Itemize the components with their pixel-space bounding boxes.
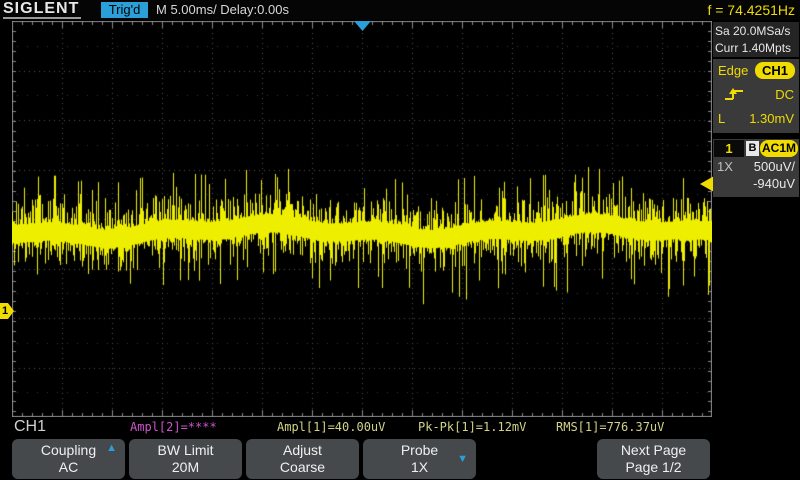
trigger-type: Edge (718, 59, 748, 83)
bandwidth-limit-badge: B (746, 141, 759, 156)
top-bar: SIGLENT Trig'd M 5.00ms/ Delay:0.00s f =… (0, 0, 800, 20)
softkey-probe[interactable]: Probe 1X ▼ (363, 439, 476, 479)
siglent-logo: SIGLENT (3, 1, 81, 19)
probe-attenuation: 1X (717, 158, 733, 175)
oscilloscope-screen: SIGLENT Trig'd M 5.00ms/ Delay:0.00s f =… (0, 0, 800, 480)
softkey-value: AC (12, 459, 125, 476)
channel-label: CH1 (14, 418, 46, 436)
trigger-level-label: L (718, 107, 725, 131)
softkey-value: Page 1/2 (597, 459, 710, 476)
softkey-value: Coarse (246, 459, 359, 476)
channel-number-badge: 1 (714, 140, 744, 157)
measurement-bar: CH1 Ampl[2]=**** Ampl[1]=40.00uV Pk-Pk[1… (0, 417, 712, 438)
trigger-source-badge: CH1 (755, 62, 795, 79)
measurement-rms1: RMS[1]=776.37uV (556, 420, 664, 434)
sample-rate: Sa 20.0MSa/s (713, 22, 799, 39)
acquisition-info-box: Sa 20.0MSa/s Curr 1.40Mpts (713, 22, 799, 57)
softkey-coupling[interactable]: Coupling AC ▲ (12, 439, 125, 479)
down-arrow-icon: ▼ (457, 453, 468, 465)
softkey-value: 20M (129, 459, 242, 476)
softkey-label: BW Limit (129, 442, 242, 459)
trigger-status-badge: Trig'd (101, 2, 148, 18)
rising-edge-icon (723, 86, 745, 104)
vertical-scale: 500uV/ (754, 158, 795, 175)
trigger-frequency: f = 74.4251Hz (707, 2, 795, 18)
softkey-bw-limit[interactable]: BW Limit 20M (129, 439, 242, 479)
softkey-label: Next Page (597, 442, 710, 459)
measurement-ampl1: Ampl[1]=40.00uV (277, 420, 385, 434)
menu-bar: Coupling AC ▲ BW Limit 20M Adjust Coarse… (0, 438, 800, 480)
softkey-next-page[interactable]: Next Page Page 1/2 (597, 439, 710, 479)
measurement-pkpk1: Pk-Pk[1]=1.12mV (418, 420, 526, 434)
memory-depth: Curr 1.40Mpts (713, 39, 799, 56)
trigger-info-box[interactable]: Edge CH1 DC L 1.30mV (713, 59, 799, 133)
scope-display (12, 21, 712, 417)
vertical-offset: -940uV (753, 175, 795, 192)
trigger-level-value: 1.30mV (749, 107, 794, 131)
channel-info-box[interactable]: 1 B AC1M 1X 500uV/ -940uV (713, 139, 799, 197)
timebase-label[interactable]: M 5.00ms/ Delay:0.00s (156, 2, 289, 18)
channel-coupling-badge: AC1M (760, 140, 798, 157)
up-arrow-icon: ▲ (106, 442, 117, 454)
softkey-label: Adjust (246, 442, 359, 459)
measurement-ampl2: Ampl[2]=**** (130, 420, 217, 434)
trigger-coupling: DC (775, 83, 794, 107)
softkey-adjust[interactable]: Adjust Coarse (246, 439, 359, 479)
